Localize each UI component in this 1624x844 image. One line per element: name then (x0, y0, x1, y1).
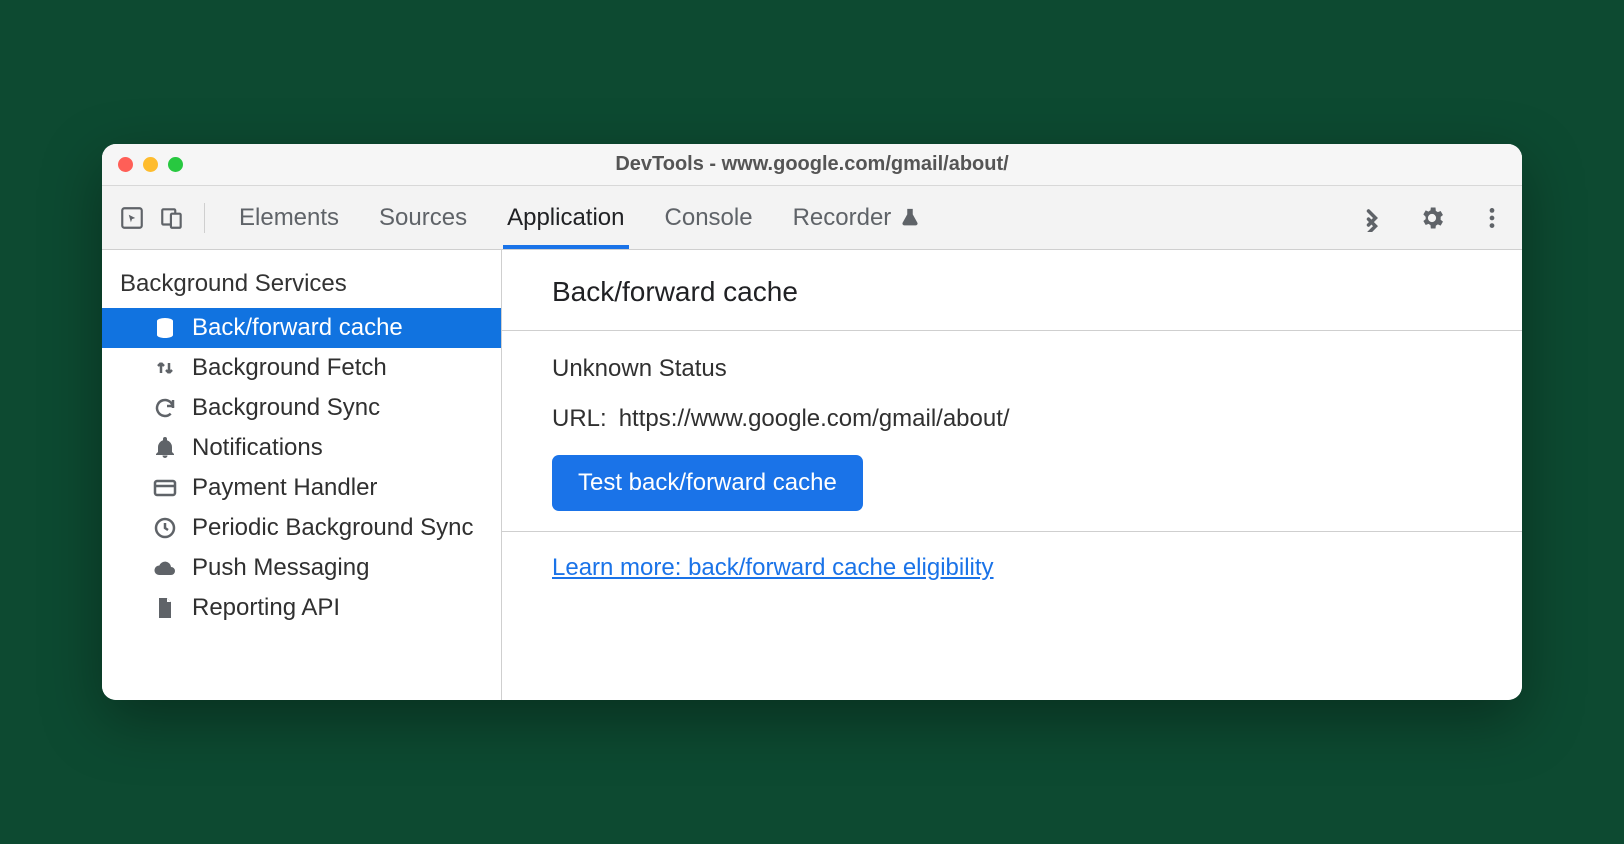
tab-console[interactable]: Console (665, 186, 753, 249)
minimize-window-button[interactable] (143, 157, 158, 172)
status-text: Unknown Status (552, 355, 1472, 383)
learn-more-link[interactable]: Learn more: back/forward cache eligibili… (552, 554, 994, 581)
sidebar-item-label: Reporting API (192, 594, 340, 622)
test-bfcache-button[interactable]: Test back/forward cache (552, 455, 863, 511)
tab-sources[interactable]: Sources (379, 186, 467, 249)
url-value: https://www.google.com/gmail/about/ (619, 405, 1010, 433)
tab-recorder[interactable]: Recorder (793, 186, 922, 249)
file-icon (152, 595, 178, 621)
sidebar-item-label: Payment Handler (192, 474, 377, 502)
devtools-window: DevTools - www.google.com/gmail/about/ E… (102, 144, 1522, 700)
sidebar-item-label: Notifications (192, 434, 323, 462)
sidebar-item-bfcache[interactable]: Back/forward cache (102, 308, 501, 348)
settings-icon[interactable] (1416, 202, 1448, 234)
sidebar-item-notifications[interactable]: Notifications (102, 428, 501, 468)
titlebar: DevTools - www.google.com/gmail/about/ (102, 144, 1522, 186)
tab-elements[interactable]: Elements (239, 186, 339, 249)
sidebar-item-push-messaging[interactable]: Push Messaging (102, 548, 501, 588)
sidebar-item-payment-handler[interactable]: Payment Handler (102, 468, 501, 508)
tab-application[interactable]: Application (507, 186, 624, 249)
main-panel: Back/forward cache Unknown Status URL: h… (502, 250, 1522, 700)
main-heading: Back/forward cache (502, 250, 1522, 331)
updown-icon (152, 355, 178, 381)
sidebar-item-label: Periodic Background Sync (192, 514, 473, 542)
panel-body: Background Services Back/forward cache B… (102, 250, 1522, 700)
main-footer: Learn more: back/forward cache eligibili… (502, 532, 1522, 604)
main-body: Unknown Status URL: https://www.google.c… (502, 331, 1522, 532)
more-tabs-icon[interactable] (1356, 202, 1388, 234)
sidebar-item-reporting-api[interactable]: Reporting API (102, 588, 501, 628)
window-title: DevTools - www.google.com/gmail/about/ (615, 153, 1008, 176)
inspect-element-icon[interactable] (116, 202, 148, 234)
sync-icon (152, 395, 178, 421)
sidebar-item-label: Back/forward cache (192, 314, 403, 342)
clock-icon (152, 515, 178, 541)
url-row: URL: https://www.google.com/gmail/about/ (552, 405, 1472, 433)
card-icon (152, 475, 178, 501)
sidebar-item-background-sync[interactable]: Background Sync (102, 388, 501, 428)
panel-tabs: Elements Sources Application Console Rec… (239, 186, 921, 249)
bell-icon (152, 435, 178, 461)
kebab-menu-icon[interactable] (1476, 202, 1508, 234)
toolbar-right (1356, 202, 1508, 234)
sidebar-item-periodic-sync[interactable]: Periodic Background Sync (102, 508, 501, 548)
zoom-window-button[interactable] (168, 157, 183, 172)
sidebar-item-label: Background Fetch (192, 354, 387, 382)
flask-icon (899, 207, 921, 229)
sidebar-item-label: Background Sync (192, 394, 380, 422)
window-controls (118, 157, 183, 172)
device-toolbar-icon[interactable] (156, 202, 188, 234)
sidebar-item-background-fetch[interactable]: Background Fetch (102, 348, 501, 388)
toolbar-divider (204, 203, 205, 233)
database-icon (152, 315, 178, 341)
toolbar: Elements Sources Application Console Rec… (102, 186, 1522, 250)
sidebar-item-label: Push Messaging (192, 554, 369, 582)
sidebar: Background Services Back/forward cache B… (102, 250, 502, 700)
cloud-icon (152, 555, 178, 581)
close-window-button[interactable] (118, 157, 133, 172)
url-label: URL: (552, 405, 607, 433)
sidebar-heading: Background Services (102, 262, 501, 308)
